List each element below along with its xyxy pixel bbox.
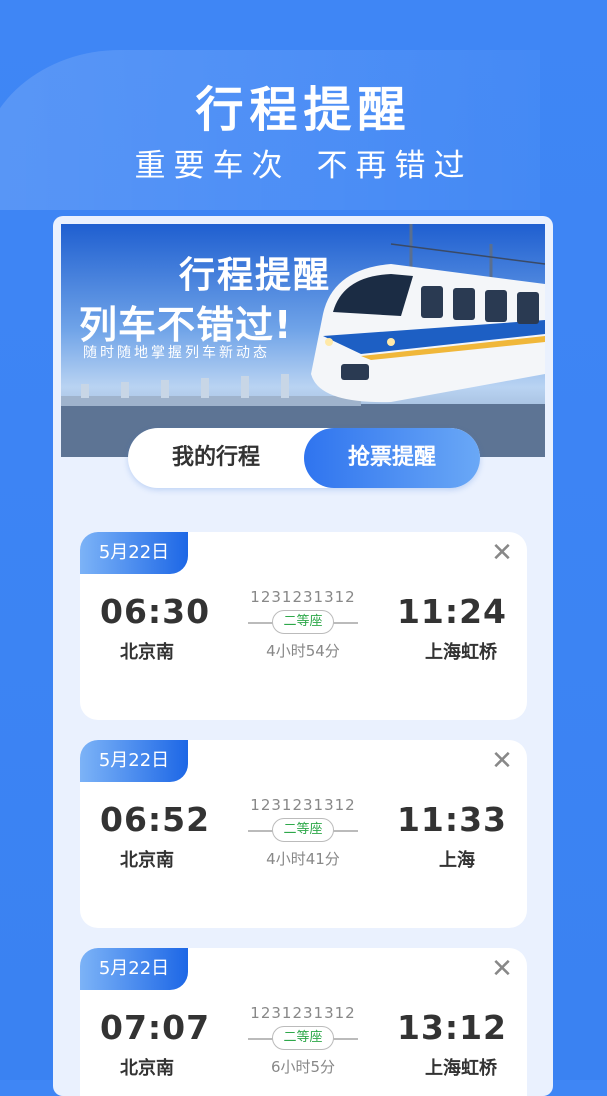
date-tag: 5月22日	[80, 948, 188, 990]
arrival-station: 上海	[439, 850, 475, 871]
departure-time: 06:52	[100, 800, 211, 839]
trip-info: 1231231312 二等座 4小时54分	[228, 588, 378, 661]
seat-class-badge: 二等座	[272, 1026, 334, 1050]
trip-info: 1231231312 二等座 4小时41分	[228, 796, 378, 869]
trip-duration: 4小时54分	[266, 642, 340, 660]
banner-headline: 列车不错过!	[79, 303, 293, 347]
trip-duration: 6小时5分	[270, 1058, 336, 1076]
arrival-time: 13:12	[396, 1008, 507, 1047]
arrival-station: 上海虹桥	[425, 642, 497, 663]
train-number: 1231231312	[250, 1004, 356, 1022]
close-icon[interactable]: ✕	[489, 748, 515, 774]
content-panel: 行程提醒 列车不错过! 随时随地掌握列车新动态 我的行程 抢票提醒 5月22日 …	[53, 216, 553, 1096]
departure-station: 北京南	[120, 642, 174, 663]
train-number: 1231231312	[250, 796, 356, 814]
trip-duration: 4小时41分	[266, 850, 340, 868]
arrival-time: 11:33	[396, 800, 507, 839]
date-tag: 5月22日	[80, 740, 188, 782]
departure-station: 北京南	[120, 1058, 174, 1079]
promo-banner: 行程提醒 列车不错过! 随时随地掌握列车新动态	[61, 224, 545, 457]
trip-card[interactable]: 5月22日 ✕ 06:30 北京南 1231231312 二等座 4小时54分 …	[80, 532, 527, 720]
close-icon[interactable]: ✕	[489, 956, 515, 982]
tab-bar: 我的行程 抢票提醒	[128, 428, 480, 488]
trip-info: 1231231312 二等座 6小时5分	[228, 1004, 378, 1077]
departure-time: 07:07	[100, 1008, 211, 1047]
seat-class-badge: 二等座	[272, 818, 334, 842]
tab-my-trips[interactable]: 我的行程	[128, 428, 304, 488]
banner-caption: 随时随地掌握列车新动态	[83, 345, 270, 361]
arrival-station: 上海虹桥	[425, 1058, 497, 1079]
train-number: 1231231312	[250, 588, 356, 606]
arrival-time: 11:24	[396, 592, 507, 631]
subtitle-part-1: 重要车次	[134, 148, 291, 184]
subtitle-part-2: 不再错过	[316, 148, 473, 184]
trip-card[interactable]: 5月22日 ✕ 06:52 北京南 1231231312 二等座 4小时41分 …	[80, 740, 527, 928]
seat-class-badge: 二等座	[272, 610, 334, 634]
tab-ticket-alert[interactable]: 抢票提醒	[304, 428, 480, 488]
departure-time: 06:30	[100, 592, 211, 631]
page-title: 行程提醒	[195, 82, 412, 138]
date-tag: 5月22日	[80, 532, 188, 574]
trip-card[interactable]: 5月22日 ✕ 07:07 北京南 1231231312 二等座 6小时5分 1…	[80, 948, 527, 1096]
departure-station: 北京南	[120, 850, 174, 871]
close-icon[interactable]: ✕	[489, 540, 515, 566]
banner-title: 行程提醒	[178, 255, 331, 296]
page-subtitle: 重要车次 不再错过	[0, 140, 607, 185]
